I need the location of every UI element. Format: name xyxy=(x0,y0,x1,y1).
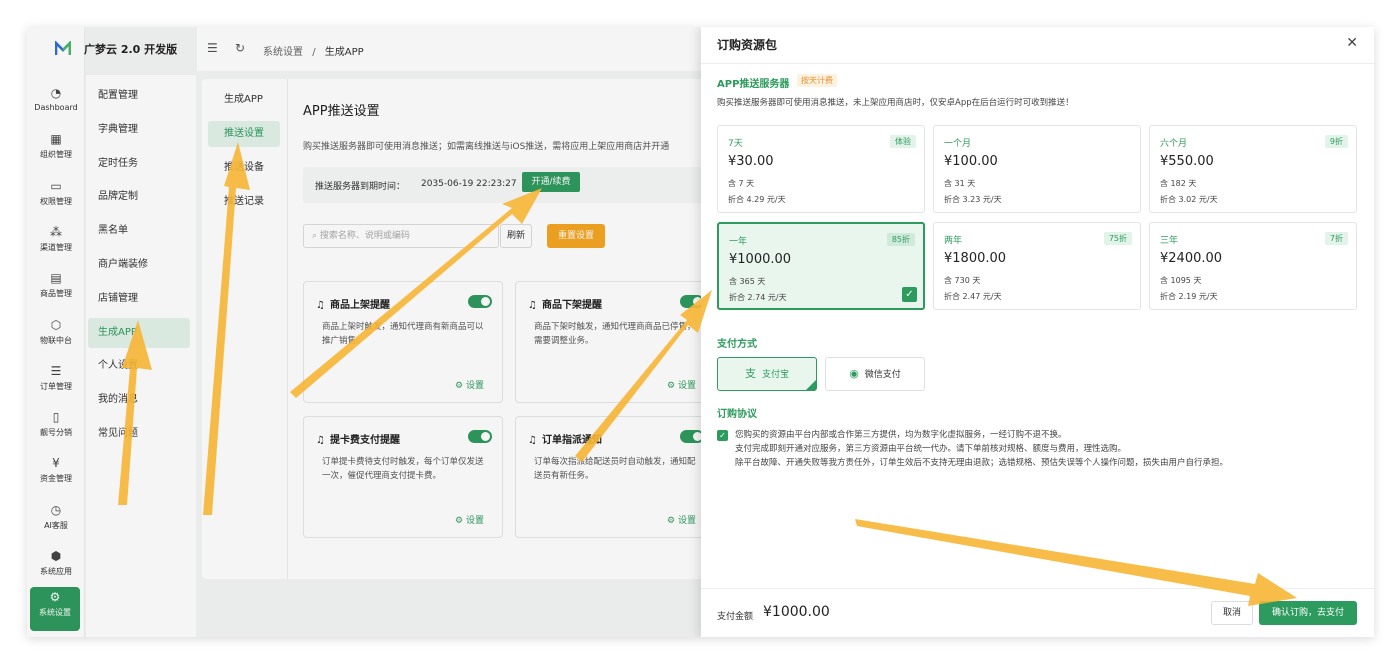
alipay-label: 支付宝 xyxy=(761,370,789,380)
agreement-line: 您购买的资源由平台内部或合作第三方提供，均为数字化虚拟服务，一经订购不退不换。 xyxy=(735,430,1067,440)
plan-option[interactable]: 一个月 ¥100.00 含 31 天 折合 3.23 元/天 xyxy=(933,125,1141,213)
plan-option[interactable]: 六个月 9折 ¥550.00 含 182 天 折合 3.02 元/天 xyxy=(1149,125,1357,213)
amount-value: ¥1000.00 xyxy=(763,604,830,620)
wechat-label: 微信支付 xyxy=(864,370,901,380)
agreement-text: 您购买的资源由平台内部或合作第三方提供，均为数字化虚拟服务，一经订购不退不换。 … xyxy=(735,428,1228,470)
plan-price: ¥1800.00 xyxy=(944,251,1007,266)
plan-option[interactable]: 三年 7折 ¥2400.00 含 1095 天 折合 2.19 元/天 xyxy=(1149,222,1357,310)
plan-days: 含 31 天 xyxy=(944,179,976,188)
section-title: APP推送服务器 xyxy=(717,79,790,90)
plan-price: ¥100.00 xyxy=(944,154,998,169)
plan-days: 含 7 天 xyxy=(728,179,755,188)
plan-days: 含 365 天 xyxy=(729,277,766,286)
plan-name: 六个月 xyxy=(1160,139,1188,149)
plan-rate: 折合 3.02 元/天 xyxy=(1160,195,1218,204)
close-icon[interactable]: ✕ xyxy=(1346,35,1358,51)
plan-badge: 体验 xyxy=(890,135,916,148)
plan-rate: 折合 3.23 元/天 xyxy=(944,195,1002,204)
app-window: ◔ Dashboard ▦ 组织管理 ▭ 权限管理 ⁂ 渠道管理 ▤ 商品管理 ⬡ 物联中台 ☰ 订单管理… xyxy=(27,27,1374,637)
plan-name: 一年 xyxy=(729,237,748,247)
alipay-icon: 支 xyxy=(744,367,756,380)
footer-divider xyxy=(701,588,1374,589)
wechat-icon: ◉ xyxy=(849,367,859,380)
billing-tag: 按天计费 xyxy=(797,74,837,87)
plan-price: ¥30.00 xyxy=(728,154,774,169)
modal-overlay[interactable] xyxy=(27,27,702,637)
plan-days: 含 1095 天 xyxy=(1160,276,1202,285)
plan-days: 含 730 天 xyxy=(944,276,981,285)
agreement-line: 除平台故障、开通失败等我方责任外，订单生效后不支持无理由退款；选错规格、预估失误… xyxy=(735,458,1229,468)
plan-option[interactable]: 7天 体验 ¥30.00 含 7 天 折合 4.29 元/天 xyxy=(717,125,925,213)
plan-rate: 折合 4.29 元/天 xyxy=(728,195,786,204)
plan-option[interactable]: 一年 85折 ¥1000.00 含 365 天 折合 2.74 元/天 ✓ xyxy=(717,222,925,310)
plan-option[interactable]: 两年 75折 ¥1800.00 含 730 天 折合 2.47 元/天 xyxy=(933,222,1141,310)
amount-label: 支付金额 xyxy=(717,612,754,622)
plan-rate: 折合 2.47 元/天 xyxy=(944,292,1002,301)
plan-price: ¥550.00 xyxy=(1160,154,1214,169)
plan-price: ¥2400.00 xyxy=(1160,251,1223,266)
drawer-note: 购买推送服务器即可使用消息推送，未上架应用商店时，仅安卓App在后台运行时可收到… xyxy=(717,98,1074,108)
wechat-pay-option[interactable]: ◉ 微信支付 xyxy=(825,357,925,391)
drawer-title: 订购资源包 xyxy=(717,38,778,52)
alipay-option[interactable]: 支支付宝 xyxy=(717,357,817,391)
plan-price: ¥1000.00 xyxy=(729,252,792,267)
plan-badge: 75折 xyxy=(1103,232,1132,245)
plan-name: 三年 xyxy=(1160,236,1179,246)
plan-badge: 7折 xyxy=(1324,232,1348,245)
plan-rate: 折合 2.19 元/天 xyxy=(1160,292,1218,301)
plan-rate: 折合 2.74 元/天 xyxy=(729,293,787,302)
agreement-checkbox[interactable]: ✓ xyxy=(717,430,728,441)
cancel-button[interactable]: 取消 xyxy=(1211,601,1253,625)
plan-name: 一个月 xyxy=(944,139,972,149)
plan-name: 7天 xyxy=(728,139,743,149)
plan-badge: 9折 xyxy=(1324,135,1348,148)
plan-badge: 85折 xyxy=(886,233,915,246)
order-drawer: 订购资源包 ✕ APP推送服务器 按天计费 购买推送服务器即可使用消息推送，未上… xyxy=(701,27,1374,637)
agreement-line: 支付完成即刻开通对应服务，第三方资源由平台统一代办。请下单前核对规格、额度与费用… xyxy=(735,444,1127,454)
check-icon: ✓ xyxy=(902,287,917,302)
payment-title: 支付方式 xyxy=(717,339,757,350)
divider xyxy=(701,63,1374,64)
agreement-title: 订购协议 xyxy=(717,409,757,420)
plan-days: 含 182 天 xyxy=(1160,179,1197,188)
confirm-pay-button[interactable]: 确认订购，去支付 xyxy=(1259,601,1357,625)
plan-name: 两年 xyxy=(944,236,963,246)
